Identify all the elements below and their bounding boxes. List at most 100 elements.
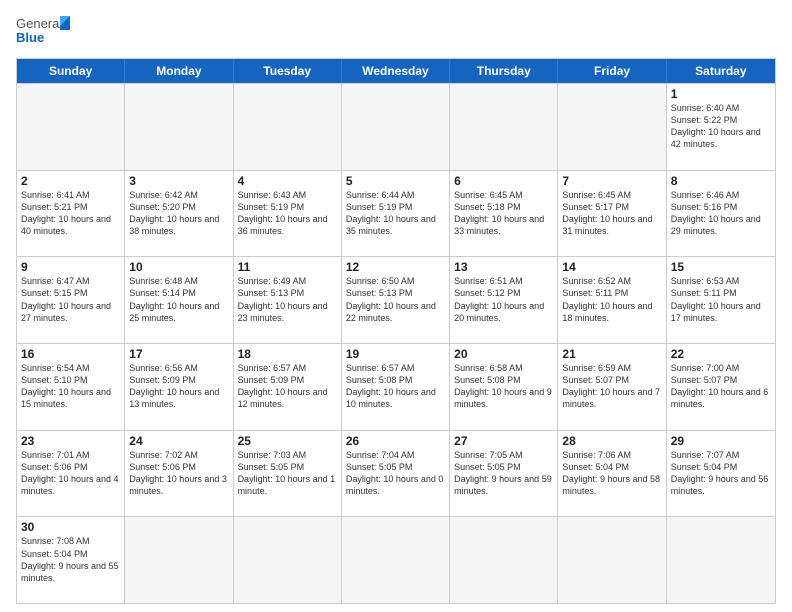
day-cell-25: 25Sunrise: 7:03 AM Sunset: 5:05 PM Dayli… bbox=[234, 431, 342, 517]
calendar: SundayMondayTuesdayWednesdayThursdayFrid… bbox=[16, 58, 776, 604]
day-number: 6 bbox=[454, 174, 553, 188]
day-cell-29: 29Sunrise: 7:07 AM Sunset: 5:04 PM Dayli… bbox=[667, 431, 775, 517]
day-info: Sunrise: 6:52 AM Sunset: 5:11 PM Dayligh… bbox=[562, 275, 661, 324]
day-number: 1 bbox=[671, 87, 771, 101]
day-number: 5 bbox=[346, 174, 445, 188]
day-info: Sunrise: 6:46 AM Sunset: 5:16 PM Dayligh… bbox=[671, 189, 771, 238]
day-cell-8: 8Sunrise: 6:46 AM Sunset: 5:16 PM Daylig… bbox=[667, 171, 775, 257]
day-info: Sunrise: 7:00 AM Sunset: 5:07 PM Dayligh… bbox=[671, 362, 771, 411]
day-number: 17 bbox=[129, 347, 228, 361]
day-info: Sunrise: 6:51 AM Sunset: 5:12 PM Dayligh… bbox=[454, 275, 553, 324]
day-number: 22 bbox=[671, 347, 771, 361]
day-number: 12 bbox=[346, 260, 445, 274]
day-info: Sunrise: 6:57 AM Sunset: 5:08 PM Dayligh… bbox=[346, 362, 445, 411]
day-cell-empty-5-2 bbox=[234, 517, 342, 603]
day-info: Sunrise: 6:50 AM Sunset: 5:13 PM Dayligh… bbox=[346, 275, 445, 324]
day-cell-empty-0-0 bbox=[17, 84, 125, 170]
day-number: 28 bbox=[562, 434, 661, 448]
day-info: Sunrise: 7:05 AM Sunset: 5:05 PM Dayligh… bbox=[454, 449, 553, 498]
day-cell-empty-5-6 bbox=[667, 517, 775, 603]
day-number: 26 bbox=[346, 434, 445, 448]
day-number: 10 bbox=[129, 260, 228, 274]
day-number: 16 bbox=[21, 347, 120, 361]
day-number: 21 bbox=[562, 347, 661, 361]
day-info: Sunrise: 6:48 AM Sunset: 5:14 PM Dayligh… bbox=[129, 275, 228, 324]
day-cell-empty-0-5 bbox=[558, 84, 666, 170]
day-number: 23 bbox=[21, 434, 120, 448]
day-number: 9 bbox=[21, 260, 120, 274]
day-info: Sunrise: 6:40 AM Sunset: 5:22 PM Dayligh… bbox=[671, 102, 771, 151]
day-cell-5: 5Sunrise: 6:44 AM Sunset: 5:19 PM Daylig… bbox=[342, 171, 450, 257]
day-cell-30: 30Sunrise: 7:08 AM Sunset: 5:04 PM Dayli… bbox=[17, 517, 125, 603]
day-info: Sunrise: 7:02 AM Sunset: 5:06 PM Dayligh… bbox=[129, 449, 228, 498]
day-cell-16: 16Sunrise: 6:54 AM Sunset: 5:10 PM Dayli… bbox=[17, 344, 125, 430]
day-cell-3: 3Sunrise: 6:42 AM Sunset: 5:20 PM Daylig… bbox=[125, 171, 233, 257]
day-cell-21: 21Sunrise: 6:59 AM Sunset: 5:07 PM Dayli… bbox=[558, 344, 666, 430]
day-cell-20: 20Sunrise: 6:58 AM Sunset: 5:08 PM Dayli… bbox=[450, 344, 558, 430]
day-number: 2 bbox=[21, 174, 120, 188]
day-number: 8 bbox=[671, 174, 771, 188]
day-cell-13: 13Sunrise: 6:51 AM Sunset: 5:12 PM Dayli… bbox=[450, 257, 558, 343]
day-header-wednesday: Wednesday bbox=[342, 59, 450, 83]
day-number: 18 bbox=[238, 347, 337, 361]
day-cell-19: 19Sunrise: 6:57 AM Sunset: 5:08 PM Dayli… bbox=[342, 344, 450, 430]
day-info: Sunrise: 6:41 AM Sunset: 5:21 PM Dayligh… bbox=[21, 189, 120, 238]
day-info: Sunrise: 6:45 AM Sunset: 5:17 PM Dayligh… bbox=[562, 189, 661, 238]
day-info: Sunrise: 6:49 AM Sunset: 5:13 PM Dayligh… bbox=[238, 275, 337, 324]
day-cell-4: 4Sunrise: 6:43 AM Sunset: 5:19 PM Daylig… bbox=[234, 171, 342, 257]
day-info: Sunrise: 7:01 AM Sunset: 5:06 PM Dayligh… bbox=[21, 449, 120, 498]
day-cell-empty-0-2 bbox=[234, 84, 342, 170]
calendar-page: GeneralBlue SundayMondayTuesdayWednesday… bbox=[0, 0, 792, 612]
day-cell-28: 28Sunrise: 7:06 AM Sunset: 5:04 PM Dayli… bbox=[558, 431, 666, 517]
day-number: 30 bbox=[21, 520, 120, 534]
day-number: 7 bbox=[562, 174, 661, 188]
calendar-header-row: SundayMondayTuesdayWednesdayThursdayFrid… bbox=[17, 59, 775, 83]
day-info: Sunrise: 6:58 AM Sunset: 5:08 PM Dayligh… bbox=[454, 362, 553, 411]
day-cell-23: 23Sunrise: 7:01 AM Sunset: 5:06 PM Dayli… bbox=[17, 431, 125, 517]
svg-text:Blue: Blue bbox=[16, 30, 44, 45]
day-info: Sunrise: 6:54 AM Sunset: 5:10 PM Dayligh… bbox=[21, 362, 120, 411]
calendar-row-1: 2Sunrise: 6:41 AM Sunset: 5:21 PM Daylig… bbox=[17, 170, 775, 257]
day-number: 27 bbox=[454, 434, 553, 448]
day-cell-10: 10Sunrise: 6:48 AM Sunset: 5:14 PM Dayli… bbox=[125, 257, 233, 343]
calendar-body: 1Sunrise: 6:40 AM Sunset: 5:22 PM Daylig… bbox=[17, 83, 775, 603]
day-cell-22: 22Sunrise: 7:00 AM Sunset: 5:07 PM Dayli… bbox=[667, 344, 775, 430]
day-cell-empty-5-4 bbox=[450, 517, 558, 603]
day-cell-24: 24Sunrise: 7:02 AM Sunset: 5:06 PM Dayli… bbox=[125, 431, 233, 517]
logo: GeneralBlue bbox=[16, 12, 76, 52]
day-cell-15: 15Sunrise: 6:53 AM Sunset: 5:11 PM Dayli… bbox=[667, 257, 775, 343]
day-cell-18: 18Sunrise: 6:57 AM Sunset: 5:09 PM Dayli… bbox=[234, 344, 342, 430]
calendar-row-5: 30Sunrise: 7:08 AM Sunset: 5:04 PM Dayli… bbox=[17, 516, 775, 603]
day-cell-11: 11Sunrise: 6:49 AM Sunset: 5:13 PM Dayli… bbox=[234, 257, 342, 343]
header: GeneralBlue bbox=[16, 12, 776, 52]
day-info: Sunrise: 7:04 AM Sunset: 5:05 PM Dayligh… bbox=[346, 449, 445, 498]
day-number: 19 bbox=[346, 347, 445, 361]
day-header-sunday: Sunday bbox=[17, 59, 125, 83]
day-info: Sunrise: 6:42 AM Sunset: 5:20 PM Dayligh… bbox=[129, 189, 228, 238]
day-number: 25 bbox=[238, 434, 337, 448]
day-cell-7: 7Sunrise: 6:45 AM Sunset: 5:17 PM Daylig… bbox=[558, 171, 666, 257]
calendar-row-4: 23Sunrise: 7:01 AM Sunset: 5:06 PM Dayli… bbox=[17, 430, 775, 517]
day-cell-6: 6Sunrise: 6:45 AM Sunset: 5:18 PM Daylig… bbox=[450, 171, 558, 257]
calendar-row-2: 9Sunrise: 6:47 AM Sunset: 5:15 PM Daylig… bbox=[17, 256, 775, 343]
day-info: Sunrise: 6:45 AM Sunset: 5:18 PM Dayligh… bbox=[454, 189, 553, 238]
day-info: Sunrise: 6:53 AM Sunset: 5:11 PM Dayligh… bbox=[671, 275, 771, 324]
day-number: 29 bbox=[671, 434, 771, 448]
day-number: 20 bbox=[454, 347, 553, 361]
day-info: Sunrise: 6:44 AM Sunset: 5:19 PM Dayligh… bbox=[346, 189, 445, 238]
day-cell-empty-0-1 bbox=[125, 84, 233, 170]
day-cell-26: 26Sunrise: 7:04 AM Sunset: 5:05 PM Dayli… bbox=[342, 431, 450, 517]
day-header-monday: Monday bbox=[125, 59, 233, 83]
day-cell-12: 12Sunrise: 6:50 AM Sunset: 5:13 PM Dayli… bbox=[342, 257, 450, 343]
day-info: Sunrise: 6:43 AM Sunset: 5:19 PM Dayligh… bbox=[238, 189, 337, 238]
day-header-friday: Friday bbox=[558, 59, 666, 83]
day-number: 13 bbox=[454, 260, 553, 274]
day-cell-empty-5-1 bbox=[125, 517, 233, 603]
day-cell-9: 9Sunrise: 6:47 AM Sunset: 5:15 PM Daylig… bbox=[17, 257, 125, 343]
day-cell-17: 17Sunrise: 6:56 AM Sunset: 5:09 PM Dayli… bbox=[125, 344, 233, 430]
calendar-row-0: 1Sunrise: 6:40 AM Sunset: 5:22 PM Daylig… bbox=[17, 83, 775, 170]
calendar-row-3: 16Sunrise: 6:54 AM Sunset: 5:10 PM Dayli… bbox=[17, 343, 775, 430]
day-number: 11 bbox=[238, 260, 337, 274]
day-cell-1: 1Sunrise: 6:40 AM Sunset: 5:22 PM Daylig… bbox=[667, 84, 775, 170]
day-cell-14: 14Sunrise: 6:52 AM Sunset: 5:11 PM Dayli… bbox=[558, 257, 666, 343]
